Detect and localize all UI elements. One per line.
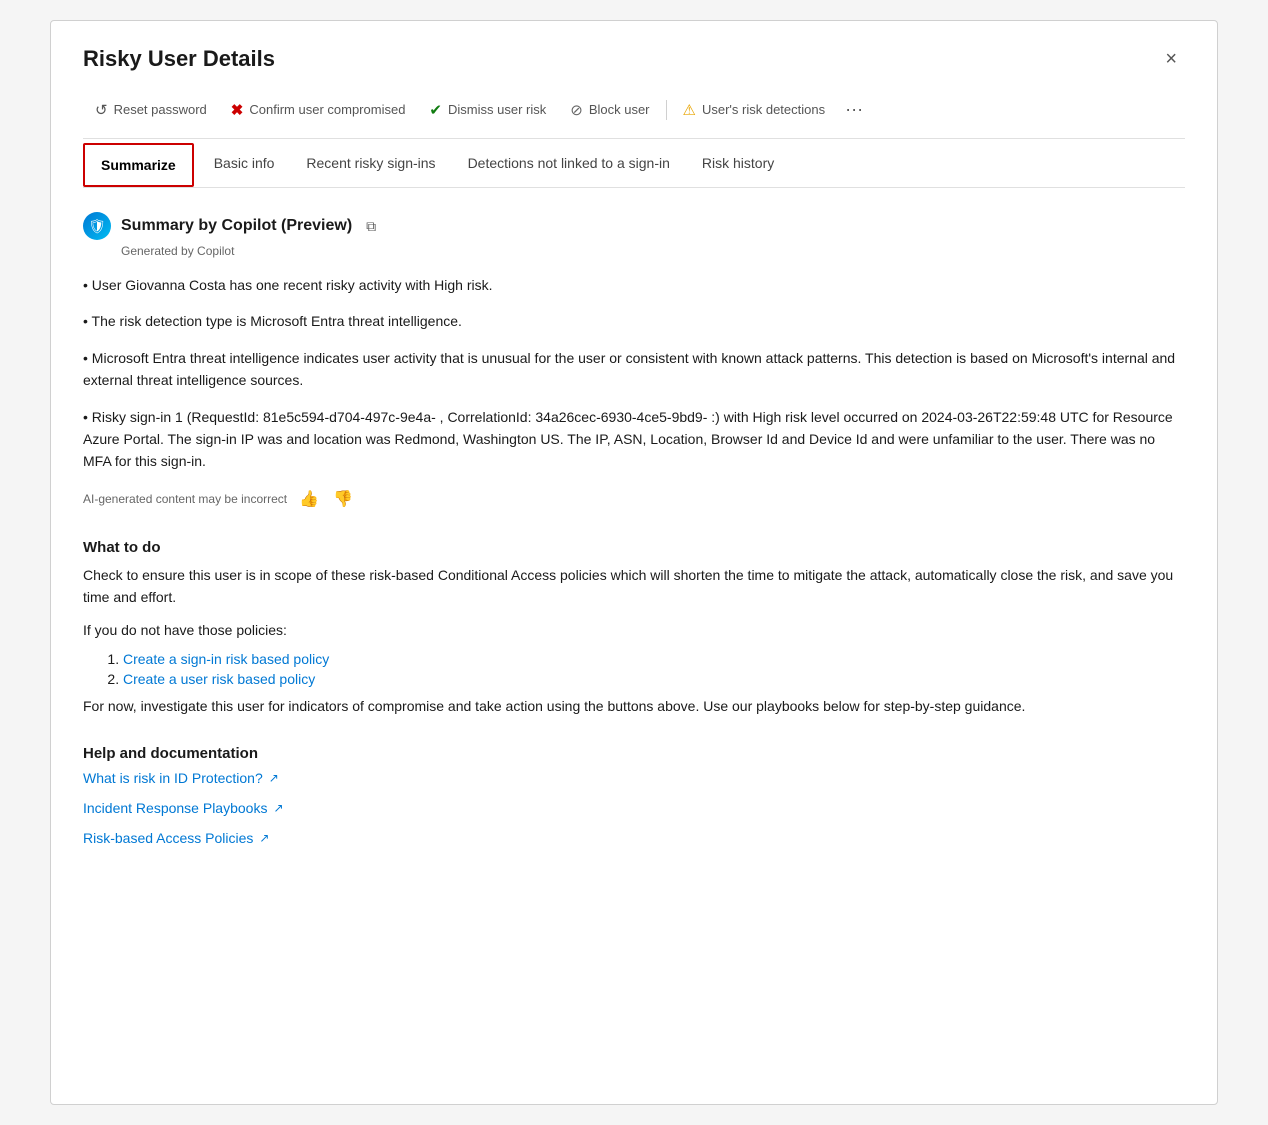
create-signin-policy-link[interactable]: Create a sign-in risk based policy	[123, 651, 329, 667]
what-to-do-section: What to do Check to ensure this user is …	[83, 539, 1185, 718]
warning-icon: ⚠	[683, 101, 696, 119]
copilot-bullet-3: • Microsoft Entra threat intelligence in…	[83, 347, 1185, 392]
reset-icon: ↺	[95, 101, 108, 119]
risk-detections-button[interactable]: ⚠ User's risk detections	[671, 95, 838, 125]
toolbar-divider	[666, 100, 667, 120]
copilot-icon: 🛡	[83, 212, 111, 240]
thumbs-up-button[interactable]: 👍	[297, 487, 321, 511]
incident-response-playbooks-link[interactable]: Incident Response Playbooks ↗	[83, 800, 1185, 816]
block-icon: ⊘	[570, 101, 583, 119]
toolbar: ↺ Reset password ✖ Confirm user compromi…	[83, 93, 1185, 139]
what-is-risk-link[interactable]: What is risk in ID Protection? ↗	[83, 770, 1185, 786]
close-button[interactable]: ×	[1157, 45, 1185, 73]
copy-icon[interactable]: ⧉	[366, 218, 376, 235]
external-link-icon: ↗	[269, 771, 279, 785]
tab-summarize[interactable]: Summarize	[83, 143, 194, 187]
dismiss-risk-button[interactable]: ✔ Dismiss user risk	[417, 95, 558, 125]
copilot-title: Summary by Copilot (Preview)	[121, 217, 352, 235]
tabs-nav: Summarize Basic info Recent risky sign-i…	[83, 139, 1185, 188]
what-to-do-intro: Check to ensure this user is in scope of…	[83, 564, 1185, 609]
list-item: Create a sign-in risk based policy	[123, 651, 1185, 667]
risk-based-access-policies-link[interactable]: Risk-based Access Policies ↗	[83, 830, 1185, 846]
external-link-icon: ↗	[273, 801, 283, 815]
tab-detections-not-linked[interactable]: Detections not linked to a sign-in	[452, 143, 686, 183]
confirm-compromised-button[interactable]: ✖ Confirm user compromised	[219, 95, 418, 125]
external-link-icon: ↗	[259, 831, 269, 845]
block-user-button[interactable]: ⊘ Block user	[558, 95, 661, 125]
what-to-do-title: What to do	[83, 539, 1185, 556]
x-mark-icon: ✖	[231, 101, 244, 119]
risky-user-details-panel: Risky User Details × ↺ Reset password ✖ …	[50, 20, 1218, 1105]
tab-basic-info[interactable]: Basic info	[198, 143, 291, 183]
reset-password-button[interactable]: ↺ Reset password	[83, 95, 219, 125]
more-options-button[interactable]: ···	[837, 93, 871, 126]
copilot-bullet-1: • User Giovanna Costa has one recent ris…	[83, 274, 1185, 296]
what-to-do-footer: For now, investigate this user for indic…	[83, 695, 1185, 717]
tab-recent-risky-signins[interactable]: Recent risky sign-ins	[290, 143, 451, 183]
ai-footer: AI-generated content may be incorrect 👍 …	[83, 487, 1185, 511]
panel-header: Risky User Details ×	[83, 45, 1185, 73]
help-section: Help and documentation What is risk in I…	[83, 745, 1185, 846]
policy-list: Create a sign-in risk based policy Creat…	[123, 651, 1185, 687]
ai-disclaimer: AI-generated content may be incorrect	[83, 492, 287, 506]
help-title: Help and documentation	[83, 745, 1185, 762]
list-item: Create a user risk based policy	[123, 671, 1185, 687]
content-area: 🛡 Summary by Copilot (Preview) ⧉ Generat…	[83, 208, 1185, 864]
if-no-policies-text: If you do not have those policies:	[83, 619, 1185, 641]
check-icon: ✔	[429, 101, 442, 119]
create-user-policy-link[interactable]: Create a user risk based policy	[123, 671, 315, 687]
generated-by-label: Generated by Copilot	[121, 244, 1185, 258]
panel-title: Risky User Details	[83, 46, 275, 72]
tab-risk-history[interactable]: Risk history	[686, 143, 790, 183]
copilot-header: 🛡 Summary by Copilot (Preview) ⧉	[83, 212, 1185, 240]
copilot-bullet-4: • Risky sign-in 1 (RequestId: 81e5c594-d…	[83, 406, 1185, 473]
copilot-bullet-2: • The risk detection type is Microsoft E…	[83, 310, 1185, 332]
thumbs-down-button[interactable]: 👎	[331, 487, 355, 511]
